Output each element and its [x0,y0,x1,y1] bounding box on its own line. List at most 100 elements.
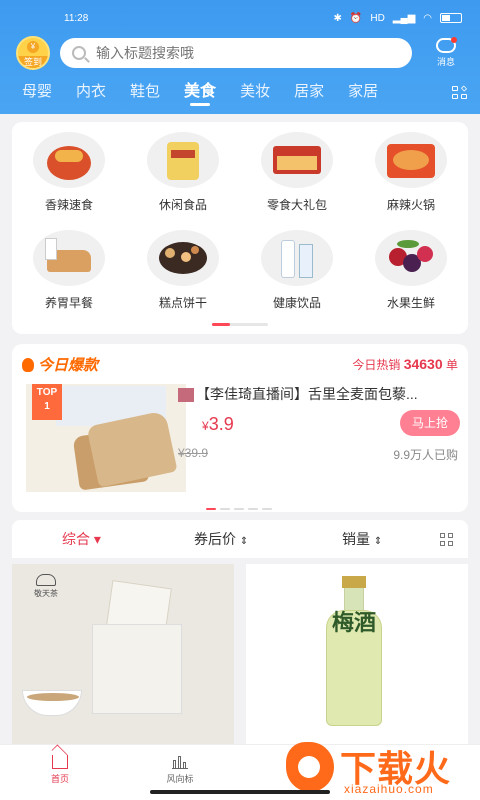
signin-label: 签到 [18,56,48,68]
category-label: 糕点饼干 [158,296,207,310]
fire-logo-icon [286,742,334,792]
status-time: 11:28 [64,12,89,24]
cookies-icon [147,230,219,286]
nav-trends-label: 风向标 [166,774,194,784]
nav-home-label: 首页 [50,774,69,784]
tab-food[interactable]: 美食 [184,74,216,110]
category-snacks[interactable]: 休闲食品 [126,132,240,213]
category-breakfast[interactable]: 养胃早餐 [12,230,126,311]
sort-arrows-icon: ⇕ [239,536,249,547]
chef-hat-icon [36,574,56,586]
category-label: 麻辣火锅 [386,198,435,212]
brand-logo: 敬天茶 [26,574,66,604]
flame-icon [22,357,34,372]
home-indicator [150,790,330,794]
network-type: HD [370,12,385,24]
hot-old-price: ¥39.9 [178,446,209,460]
sort-label: 综合 [62,531,90,547]
tab-underwear[interactable]: 内衣 [76,74,106,110]
search-bar[interactable] [60,38,412,68]
category-spicy-fast-food[interactable]: 香辣速食 [12,132,126,213]
tab-shoes-bags[interactable]: 鞋包 [130,74,160,110]
bottle-label: 梅酒 [331,610,376,636]
tab-furniture[interactable]: 家居 [348,74,378,110]
sort-arrows-icon: ⇕ [373,536,383,547]
sort-price-after-coupon[interactable]: 券后价 ⇕ [194,520,248,558]
tab-beauty[interactable]: 美妆 [240,74,270,110]
home-icon [52,755,68,769]
hot-deal-card[interactable]: 今日爆款 今日热销 34630 单 TOP 1 【李佳琦直播间】舌里全麦面包藜.… [12,344,468,512]
category-snack-gift-pack[interactable]: 零食大礼包 [240,132,354,213]
top-rank-badge: TOP 1 [32,384,62,420]
search-input[interactable] [96,45,396,61]
hot-price: ¥3.9 [202,414,234,435]
price-value: 3.9 [208,414,234,434]
sort-comprehensive[interactable]: 综合 ▾ [62,520,101,558]
status-bar: 11:28 ✱ ⏰ HD ▂▄▆ ◠ [0,0,480,36]
category-tabs: 母婴 内衣 鞋包 美食 美妆 居家 家居 [0,74,480,110]
plum-wine-bottle-image: 梅酒 [326,576,382,726]
coin-icon: ¥ [27,41,39,53]
category-label: 零食大礼包 [266,198,327,212]
brand-tag [178,388,194,403]
tea-box-image [92,624,182,714]
category-label: 健康饮品 [272,296,321,310]
sort-bar: 综合 ▾ 券后价 ⇕ 销量 ⇕ [12,520,468,558]
hot-count-prefix: 今日热销 [352,358,401,372]
sort-label: 券后价 [194,531,236,547]
spicy-noodles-icon [33,132,105,188]
watermark-url: xiazaihuo.com [344,782,434,796]
tea-cup-image [22,690,82,716]
tab-baby[interactable]: 母婴 [22,74,52,110]
all-categories-icon[interactable] [452,85,468,100]
nav-home[interactable]: 首页 [30,751,90,785]
category-pager [212,323,268,326]
category-grid: 香辣速食 休闲食品 零食大礼包 麻辣火锅 养胃早餐 糕点饼干 健康饮品 水果生鲜 [12,122,468,334]
battery-icon [440,13,462,23]
category-healthy-drinks[interactable]: 健康饮品 [240,230,354,311]
sort-label: 销量 [342,531,370,547]
signin-button[interactable]: ¥ 签到 [16,36,50,70]
gift-box-icon [261,132,333,188]
hot-count-value: 34630 [403,356,443,372]
bread-milk-icon [33,230,105,286]
alarm-icon: ⏰ [349,12,363,24]
category-label: 休闲食品 [158,198,207,212]
hotpot-icon [375,132,447,188]
buy-now-button[interactable]: 马上抢 [400,410,460,436]
hot-sales-count: 今日热销 34630 单 [352,356,458,373]
grid-view-icon[interactable] [440,533,454,547]
message-icon [436,37,457,53]
wifi-icon: ◠ [423,12,432,24]
hot-title-text: 今日爆款 [38,357,99,374]
bar-chart-icon [172,755,188,769]
category-label: 香辣速食 [44,198,93,212]
app-header: 11:28 ✱ ⏰ HD ▂▄▆ ◠ ¥ 签到 消息 母婴 内衣 鞋包 美食 美… [0,0,480,114]
tab-home[interactable]: 居家 [294,74,324,110]
price-symbol: ¥ [202,419,209,433]
hot-count-suffix: 单 [445,358,458,372]
signal-icon: ▂▄▆ [392,12,416,24]
message-button[interactable]: 消息 [428,37,464,68]
product-card[interactable]: 梅酒 [246,564,468,744]
hot-title: 今日爆款 [22,354,98,375]
caret-down-icon: ▾ [93,531,101,547]
category-spicy-hotpot[interactable]: 麻辣火锅 [354,132,468,213]
hot-sold-count: 9.9万人已购 [393,448,458,462]
bottle-cap [342,576,366,588]
category-label: 水果生鲜 [386,296,435,310]
category-pastry-biscuits[interactable]: 糕点饼干 [126,230,240,311]
nav-trends[interactable]: 风向标 [150,751,210,785]
carousel-dots [206,508,272,510]
category-fruit-fresh[interactable]: 水果生鲜 [354,230,468,311]
brand-name: 敬天茶 [34,589,58,598]
product-card[interactable]: 敬天茶 [12,564,234,744]
search-icon [72,46,86,60]
sort-sales[interactable]: 销量 ⇕ [342,520,382,558]
category-label: 养胃早餐 [44,296,93,310]
hot-product-name[interactable]: 【李佳琦直播间】舌里全麦面包藜... [178,384,458,404]
snack-bag-icon [147,132,219,188]
drink-bottle-icon [261,230,333,286]
hot-product-name-text: 【李佳琦直播间】舌里全麦面包藜... [196,386,418,402]
bluetooth-icon: ✱ [333,12,342,24]
